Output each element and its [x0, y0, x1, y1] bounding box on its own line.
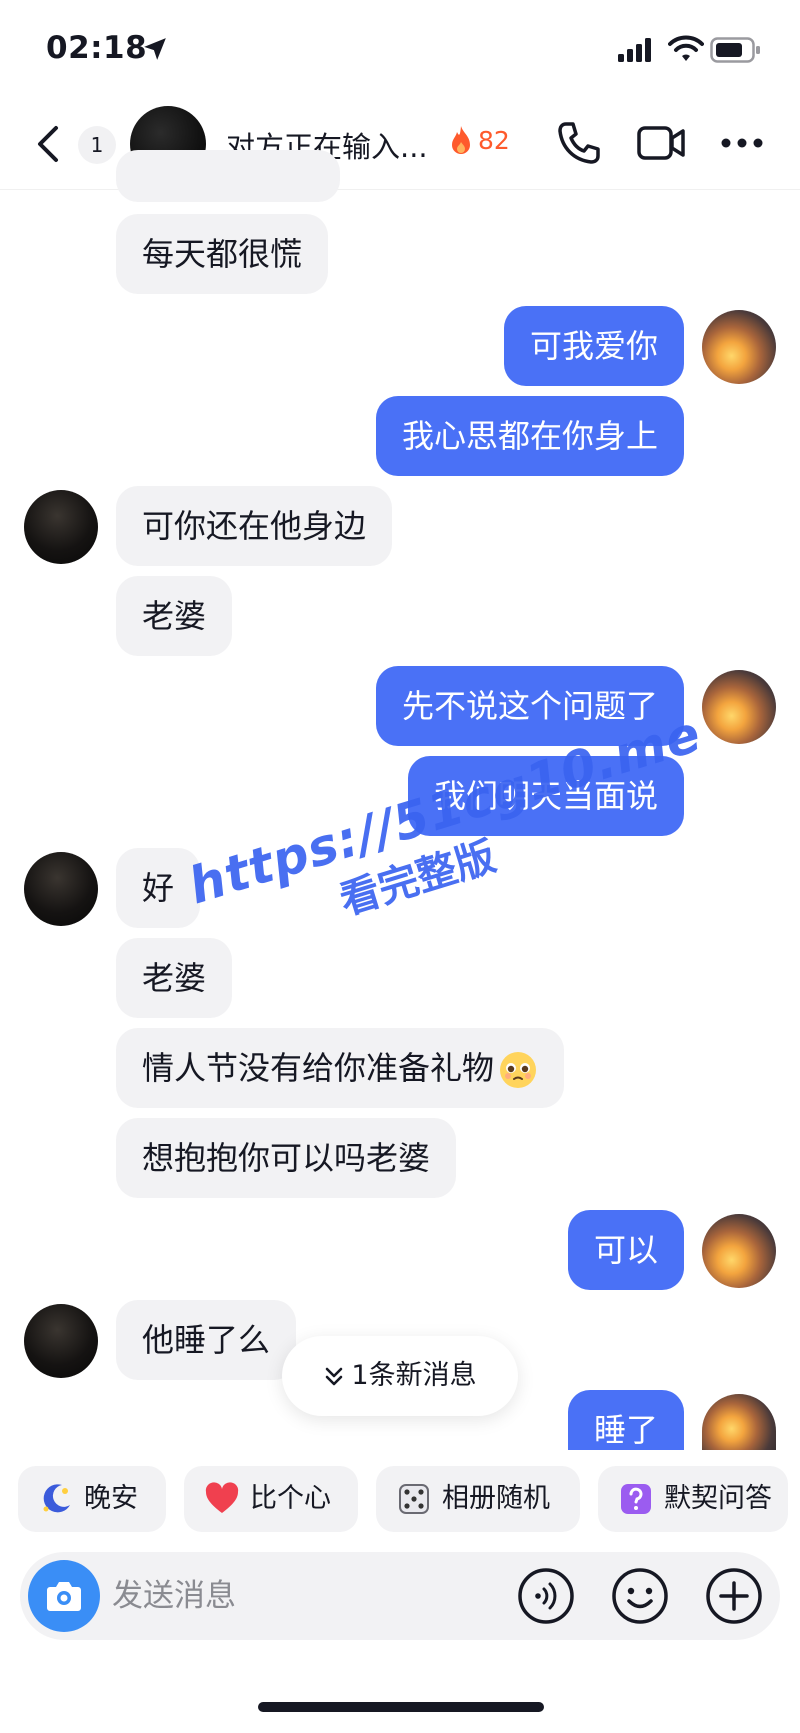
- quick-reply-goodnight[interactable]: 晚安: [18, 1466, 166, 1532]
- video-call-icon[interactable]: [636, 122, 686, 164]
- camera-icon: [47, 1582, 81, 1611]
- message-bubble-outgoing[interactable]: 我们明天当面说: [407, 756, 684, 836]
- message-bubble-outgoing[interactable]: 先不说这个问题了: [375, 666, 684, 746]
- message-bubble-outgoing[interactable]: 睡了: [567, 1390, 684, 1450]
- chip-label: 比个心: [250, 1483, 331, 1514]
- question-icon: [621, 1484, 651, 1514]
- location-arrow-icon: [144, 38, 166, 60]
- contact-avatar[interactable]: [24, 852, 98, 926]
- message-text: 情人节没有给你准备礼物: [142, 1049, 495, 1087]
- unread-count-badge: 1: [78, 126, 116, 164]
- flame-streak-icon: [452, 126, 470, 154]
- emoji-smile-icon[interactable]: [610, 1566, 670, 1626]
- dice-icon: [399, 1484, 429, 1514]
- my-avatar[interactable]: [702, 1214, 776, 1288]
- message-bubble-partial: [116, 150, 340, 202]
- message-bubble-incoming[interactable]: 老婆: [116, 938, 233, 1018]
- new-messages-label: 1条新消息: [351, 1360, 477, 1391]
- message-bubble-outgoing[interactable]: 可以: [567, 1210, 684, 1290]
- contact-avatar[interactable]: [24, 1304, 98, 1378]
- quick-reply-tacit-quiz[interactable]: 默契问答: [598, 1466, 788, 1532]
- quick-reply-bar: 晚安 比个心 相册随机 默契问答: [0, 1452, 800, 1548]
- message-bubble-incoming[interactable]: 老婆: [116, 576, 233, 656]
- message-bubble-incoming[interactable]: 想抱抱你可以吗老婆: [116, 1118, 457, 1198]
- plus-icon[interactable]: [704, 1566, 764, 1626]
- chip-label: 晚安: [84, 1483, 138, 1514]
- quick-reply-heart[interactable]: 比个心: [184, 1466, 358, 1532]
- more-options-icon[interactable]: [720, 136, 764, 150]
- moon-icon: [43, 1484, 70, 1513]
- pleading-face-icon: [500, 1052, 537, 1088]
- streak-count: 82: [478, 126, 510, 155]
- chip-label: 默契问答: [664, 1483, 772, 1514]
- message-bubble-incoming[interactable]: 每天都很慌: [116, 214, 329, 294]
- voice-message-icon[interactable]: [516, 1566, 576, 1626]
- message-composer: [20, 1552, 780, 1640]
- chip-label: 相册随机: [442, 1483, 550, 1514]
- message-bubble-outgoing[interactable]: 我心思都在你身上: [375, 396, 684, 476]
- camera-button[interactable]: [28, 1560, 100, 1632]
- battery-icon: [710, 37, 760, 63]
- new-messages-button[interactable]: 1条新消息: [282, 1336, 518, 1416]
- heart-icon: [205, 1482, 239, 1513]
- back-chevron-icon[interactable]: [32, 122, 64, 166]
- home-indicator[interactable]: [258, 1702, 544, 1712]
- my-avatar[interactable]: [702, 310, 776, 384]
- message-bubble-incoming[interactable]: 情人节没有给你准备礼物: [116, 1028, 565, 1108]
- status-bar: 02:18: [0, 0, 800, 100]
- message-bubble-outgoing[interactable]: 可我爱你: [503, 306, 684, 386]
- cellular-signal-icon: [618, 38, 651, 62]
- double-chevron-down-icon: [326, 1367, 343, 1385]
- message-bubble-incoming[interactable]: 好: [116, 848, 201, 928]
- status-time: 02:18: [46, 30, 148, 66]
- wifi-icon: [668, 35, 704, 61]
- my-avatar[interactable]: [702, 670, 776, 744]
- contact-avatar[interactable]: [24, 490, 98, 564]
- message-bubble-incoming[interactable]: 可你还在他身边: [116, 486, 393, 566]
- my-avatar[interactable]: [702, 1394, 776, 1450]
- phone-call-icon[interactable]: [556, 120, 602, 166]
- message-bubble-incoming[interactable]: 他睡了么: [116, 1300, 297, 1380]
- message-input[interactable]: [112, 1552, 512, 1640]
- quick-reply-random-album[interactable]: 相册随机: [376, 1466, 580, 1532]
